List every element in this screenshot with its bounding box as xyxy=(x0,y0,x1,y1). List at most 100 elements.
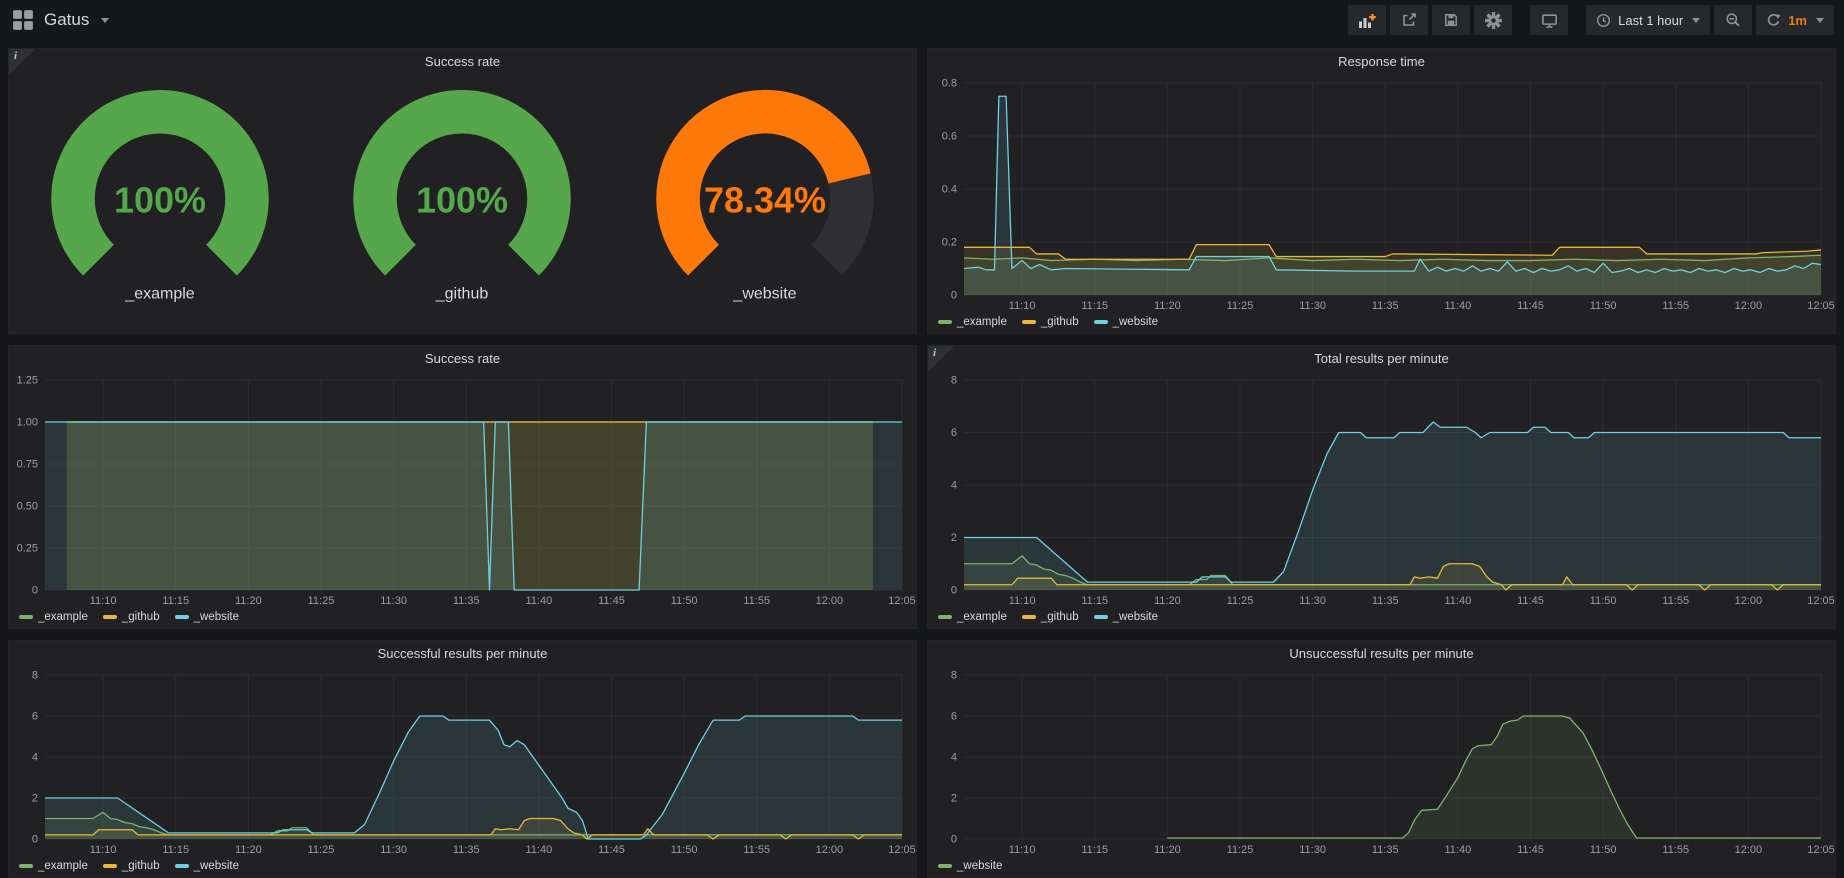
panel-success-rate-timeseries: Success rate 11:1011:1511:2011:2511:3011… xyxy=(8,345,917,629)
legend-series-dash xyxy=(103,615,117,619)
x-axis-tick-label: 11:55 xyxy=(1662,844,1689,856)
gauge-_example: 100%_example xyxy=(9,75,311,334)
chart-plot-area[interactable]: 11:1011:1511:2011:2511:3011:3511:4011:45… xyxy=(928,75,1835,313)
total-results-chart[interactable]: 11:1011:1511:2011:2511:3011:3511:4011:45… xyxy=(928,372,1835,628)
legend-series-label: _example xyxy=(957,611,1007,623)
x-axis-tick-label: 11:55 xyxy=(1662,300,1689,312)
y-axis-tick-label: 6 xyxy=(32,711,38,723)
x-axis-tick-label: 11:50 xyxy=(1590,595,1617,607)
chart-plot-area[interactable]: 11:1011:1511:2011:2511:3011:3511:4011:45… xyxy=(928,372,1835,608)
dashboard-title[interactable]: Gatus xyxy=(44,10,89,30)
legend-series-dash xyxy=(103,864,117,868)
gauge-value: 78.34% xyxy=(704,180,826,221)
x-axis-tick-label: 11:40 xyxy=(1445,595,1472,607)
legend-series-label: _example xyxy=(38,611,88,623)
x-axis-tick-label: 12:05 xyxy=(1807,595,1835,607)
legend-series-dash xyxy=(938,864,952,868)
legend-series-label: _github xyxy=(122,611,160,623)
chart-plot-area[interactable]: 11:1011:1511:2011:2511:3011:3511:4011:45… xyxy=(928,667,1835,857)
y-axis-tick-label: 6 xyxy=(951,427,957,439)
x-axis-tick-label: 12:00 xyxy=(1735,844,1763,856)
x-axis-tick-label: 11:15 xyxy=(1081,844,1108,856)
legend-item-_example[interactable]: _example xyxy=(19,860,88,872)
zoom-out-icon xyxy=(1725,12,1741,28)
x-axis-tick-label: 11:30 xyxy=(1299,300,1326,312)
save-button[interactable] xyxy=(1432,5,1470,35)
info-icon[interactable]: i xyxy=(9,49,35,75)
y-axis-tick-label: 0 xyxy=(951,290,957,302)
legend-series-label: _website xyxy=(1113,611,1158,623)
x-axis-tick-label: 11:45 xyxy=(1517,844,1544,856)
x-axis-tick-label: 11:25 xyxy=(308,844,335,856)
time-range-label: Last 1 hour xyxy=(1618,13,1683,28)
x-axis-tick-label: 11:20 xyxy=(1154,844,1181,856)
response-time-chart[interactable]: 11:1011:1511:2011:2511:3011:3511:4011:45… xyxy=(928,75,1835,333)
tv-mode-button[interactable] xyxy=(1530,5,1568,35)
legend-item-_github[interactable]: _github xyxy=(1022,316,1079,328)
share-button[interactable] xyxy=(1390,5,1428,35)
time-range-button[interactable]: Last 1 hour xyxy=(1586,5,1710,35)
settings-button[interactable] xyxy=(1474,5,1512,35)
legend-series-dash xyxy=(19,864,33,868)
panel-title[interactable]: Unsuccessful results per minute xyxy=(928,641,1835,667)
legend-series-label: _github xyxy=(1041,611,1079,623)
x-axis-tick-label: 11:25 xyxy=(1227,300,1254,312)
panel-title[interactable]: Success rate xyxy=(9,49,916,75)
legend-item-_example[interactable]: _example xyxy=(938,316,1007,328)
legend-series-dash xyxy=(1094,615,1108,619)
x-axis-tick-label: 11:30 xyxy=(380,595,407,607)
panel-title[interactable]: Success rate xyxy=(9,346,916,372)
legend-item-_website[interactable]: _website xyxy=(175,860,239,872)
legend-series-label: _website xyxy=(194,860,239,872)
x-axis-tick-label: 11:55 xyxy=(1662,595,1689,607)
gauges-container: 100%_example100%_github78.34%_website xyxy=(9,75,916,334)
x-axis-tick-label: 11:50 xyxy=(671,844,698,856)
y-axis-tick-label: 0.75 xyxy=(17,459,38,471)
panel-success-rate-gauges: i Success rate 100%_example100%_github78… xyxy=(8,48,917,334)
x-axis-tick-label: 12:00 xyxy=(1735,300,1763,312)
panel-title[interactable]: Total results per minute xyxy=(928,346,1835,372)
zoom-out-button[interactable] xyxy=(1714,5,1752,35)
y-axis-tick-label: 0.8 xyxy=(942,78,957,90)
legend-item-_website[interactable]: _website xyxy=(175,611,239,623)
x-axis-tick-label: 11:35 xyxy=(453,844,480,856)
gauge-label: _website xyxy=(732,286,796,303)
legend-item-_example[interactable]: _example xyxy=(19,611,88,623)
add-panel-icon xyxy=(1358,12,1376,29)
add-panel-button[interactable] xyxy=(1348,5,1386,35)
chart-plot-area[interactable]: 11:1011:1511:2011:2511:3011:3511:4011:45… xyxy=(9,372,916,608)
legend-item-_website[interactable]: _website xyxy=(1094,316,1158,328)
x-axis-tick-label: 11:15 xyxy=(1081,595,1108,607)
y-axis-tick-label: 2 xyxy=(951,532,957,544)
x-axis-tick-label: 11:20 xyxy=(1154,300,1181,312)
legend-item-_website[interactable]: _website xyxy=(938,860,1002,872)
grafana-menu-icon[interactable] xyxy=(12,9,34,31)
y-axis-tick-label: 4 xyxy=(32,752,38,764)
legend-item-_github[interactable]: _github xyxy=(103,860,160,872)
legend-item-_github[interactable]: _github xyxy=(1022,611,1079,623)
legend-item-_website[interactable]: _website xyxy=(1094,611,1158,623)
chevron-down-icon xyxy=(1816,18,1824,23)
panel-title[interactable]: Successful results per minute xyxy=(9,641,916,667)
legend-item-_github[interactable]: _github xyxy=(103,611,160,623)
unsuccessful-results-chart[interactable]: 11:1011:1511:2011:2511:3011:3511:4011:45… xyxy=(928,667,1835,877)
y-axis-tick-label: 8 xyxy=(32,670,38,682)
chart-plot-area[interactable]: 11:1011:1511:2011:2511:3011:3511:4011:45… xyxy=(9,667,916,857)
x-axis-tick-label: 11:40 xyxy=(526,844,553,856)
info-icon[interactable]: i xyxy=(928,346,954,372)
panel-title[interactable]: Response time xyxy=(928,49,1835,75)
success-rate-chart[interactable]: 11:1011:1511:2011:2511:3011:3511:4011:45… xyxy=(9,372,916,628)
x-axis-tick-label: 11:40 xyxy=(1445,844,1472,856)
x-axis-tick-label: 11:35 xyxy=(1372,844,1399,856)
panel-response-time: Response time 11:1011:1511:2011:2511:301… xyxy=(927,48,1836,334)
successful-results-chart[interactable]: 11:1011:1511:2011:2511:3011:3511:4011:45… xyxy=(9,667,916,877)
x-axis-tick-label: 11:50 xyxy=(1590,844,1617,856)
x-axis-tick-label: 12:00 xyxy=(816,595,844,607)
x-axis-tick-label: 12:00 xyxy=(816,844,844,856)
clock-icon xyxy=(1596,13,1611,28)
x-axis-tick-label: 11:35 xyxy=(453,595,480,607)
refresh-button[interactable]: 1m xyxy=(1756,5,1834,35)
x-axis-tick-label: 12:05 xyxy=(1807,300,1835,312)
legend-item-_example[interactable]: _example xyxy=(938,611,1007,623)
chevron-down-icon[interactable] xyxy=(101,18,109,23)
